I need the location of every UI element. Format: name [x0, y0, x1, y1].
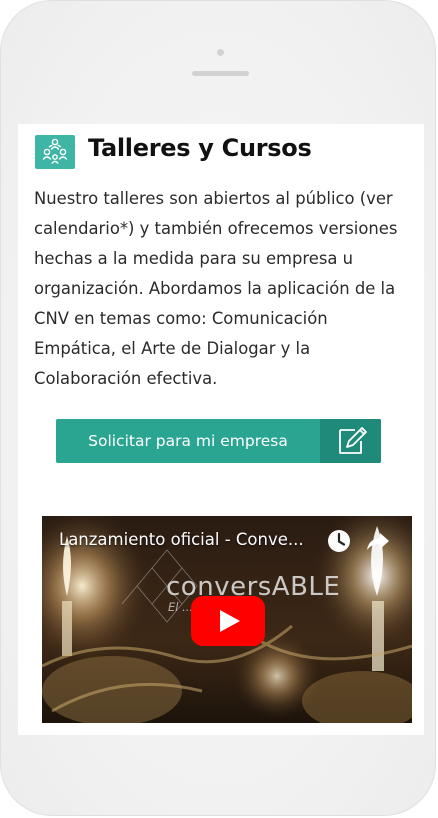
youtube-play-icon[interactable] [191, 596, 265, 646]
video-title[interactable]: Lanzamiento oficial - Conve... [59, 530, 321, 549]
phone-speaker-bar [192, 71, 249, 76]
request-for-company-button[interactable]: Solicitar para mi empresa [56, 419, 381, 463]
phone-camera-dot [217, 49, 224, 56]
section-title: Talleres y Cursos [88, 134, 312, 162]
watch-later-icon[interactable] [326, 528, 352, 554]
section-description: Nuestro talleres son abiertos al público… [34, 189, 398, 388]
phone-screen: Talleres y Cursos Nuestro talleres son a… [18, 124, 424, 735]
edit-form-icon [320, 419, 381, 463]
request-button-label: Solicitar para mi empresa [88, 432, 288, 450]
youtube-video-embed[interactable]: conversABLE El ... empatía Lanzamiento o… [42, 516, 412, 723]
share-icon[interactable] [365, 530, 391, 554]
workshop-people-icon [35, 135, 75, 169]
phone-frame: Talleres y Cursos Nuestro talleres son a… [0, 0, 436, 816]
